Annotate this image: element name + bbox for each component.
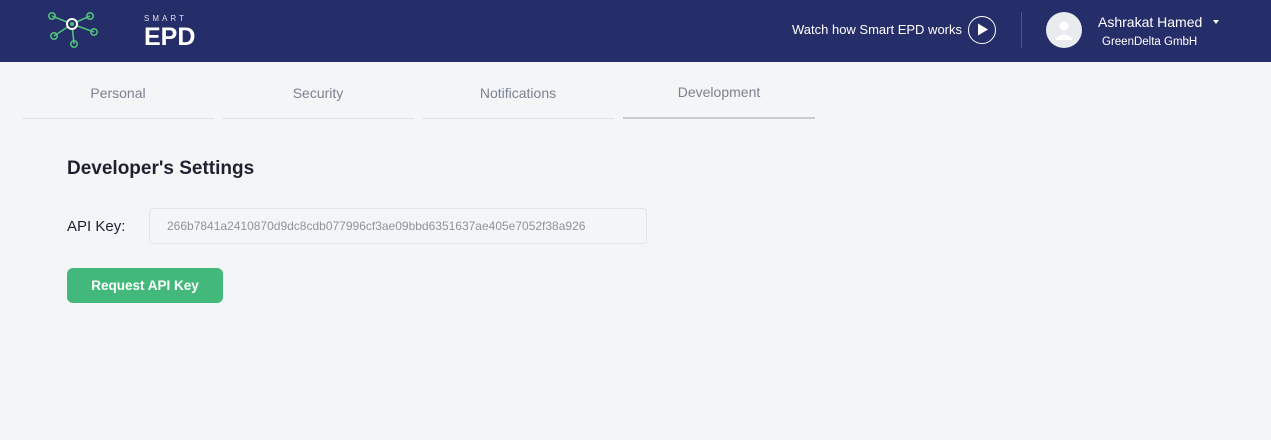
play-video-button[interactable] [968,16,996,44]
caret-down-icon[interactable] [1213,20,1219,24]
user-organization: GreenDelta GmbH [1102,36,1198,48]
request-api-key-button[interactable]: Request API Key [67,268,223,303]
tab-development[interactable]: Development [623,62,815,119]
play-icon [978,23,988,36]
page-title: Developer's Settings [67,158,255,179]
header-divider [1021,12,1022,48]
user-avatar[interactable] [1046,12,1082,48]
network-logo-icon [48,12,98,48]
api-key-field[interactable] [149,208,647,244]
api-key-label: API Key: [67,218,126,235]
tab-label: Security [292,85,344,101]
logo-small-text: SMART [144,14,187,23]
tab-notifications[interactable]: Notifications [422,62,614,119]
tab-security[interactable]: Security [222,62,414,119]
tab-label: Notifications [479,85,557,101]
logo-big-text: EPD [144,23,196,51]
user-name[interactable]: Ashrakat Hamed [1098,14,1202,30]
tab-label: Personal [90,85,146,101]
tab-personal[interactable]: Personal [22,62,214,119]
watch-demo-link[interactable]: Watch how Smart EPD works [792,22,962,37]
user-avatar-icon [1056,21,1072,40]
tab-label: Development [677,84,761,100]
top-navbar: SMART EPD Watch how Smart EPD works Ashr… [0,0,1271,62]
smart-epd-logo[interactable]: SMART EPD [44,8,195,52]
